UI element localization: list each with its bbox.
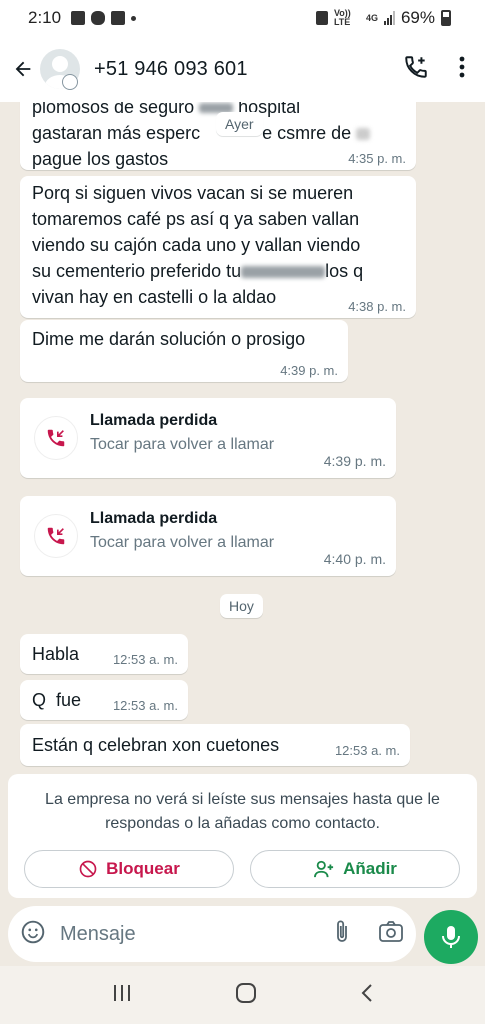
battery-percent: 69% xyxy=(400,8,435,27)
message-text: viendo su cajón cada uno y vallan viendo xyxy=(32,235,361,255)
chat-header: +51 946 093 601 xyxy=(0,36,485,102)
business-badge-icon xyxy=(62,74,78,90)
status-bar: 2:10 Vo)) LTE 4G 69% xyxy=(0,0,485,36)
add-label: Añadir xyxy=(343,859,397,878)
block-icon xyxy=(79,860,97,878)
message-text: Dime me darán solución o prosigo xyxy=(32,329,306,349)
message-bubble[interactable]: Porq si siguen vivos vacan si se mueren … xyxy=(20,176,416,318)
call-title: Llamada perdida xyxy=(90,510,218,527)
back-nav-icon[interactable] xyxy=(360,983,374,1008)
call-title: Llamada perdida xyxy=(90,412,218,429)
message-time: 4:38 p. m. xyxy=(348,299,406,314)
message-bubble[interactable]: Están q celebran xon cuetones 12:53 a. m… xyxy=(20,724,410,766)
status-time: 2:10 xyxy=(28,8,62,27)
message-input[interactable]: Mensaje xyxy=(60,923,136,946)
message-bubble[interactable]: Q fue 12:53 a. m. xyxy=(20,680,188,720)
mic-icon xyxy=(442,926,460,948)
back-arrow-icon[interactable] xyxy=(10,56,36,82)
recents-icon[interactable] xyxy=(111,983,133,1008)
date-chip-today: Hoy xyxy=(220,594,263,618)
volte-label: Vo)) LTE xyxy=(333,8,351,27)
more-vert-icon[interactable] xyxy=(459,56,465,83)
chat-area[interactable]: plomosos de seguro hospital gastaran más… xyxy=(0,102,485,774)
header-actions xyxy=(403,54,465,85)
message-bubble[interactable]: Habla 12:53 a. m. xyxy=(20,634,188,674)
notice-text: La empresa no verá si leíste sus mensaje… xyxy=(45,791,440,832)
message-time: 4:35 p. m. xyxy=(348,151,406,166)
message-time: 12:53 a. m. xyxy=(112,652,178,667)
message-text: tomaremos café ps así q ya saben vallan xyxy=(32,209,360,229)
battery-icon xyxy=(441,10,451,26)
message-text: Están q celebran xon cuetones xyxy=(32,735,280,755)
mic-button[interactable] xyxy=(424,910,478,964)
redacted xyxy=(241,266,326,279)
missed-call-card[interactable]: Llamada perdida Tocar para volver a llam… xyxy=(20,398,396,478)
message-text: Habla xyxy=(32,644,80,664)
business-notice: La empresa no verá si leíste sus mensaje… xyxy=(8,774,477,898)
dot-icon xyxy=(131,15,137,21)
missed-call-icon xyxy=(34,514,78,558)
emoji-icon[interactable] xyxy=(20,919,46,950)
block-label: Bloquear xyxy=(106,859,180,878)
message-time: 12:53 a. m. xyxy=(334,743,400,758)
message-bubble[interactable]: plomosos de seguro hospital gastaran más… xyxy=(20,102,416,170)
gallery-icon xyxy=(71,11,86,25)
add-person-icon xyxy=(314,860,334,878)
signal-icon xyxy=(383,11,395,25)
message-text: su cementerio preferido tu xyxy=(32,261,242,281)
home-icon[interactable] xyxy=(235,982,257,1009)
message-time: 4:39 p. m. xyxy=(323,453,386,469)
youtube-icon xyxy=(111,11,126,25)
message-time: 4:39 p. m. xyxy=(280,363,338,378)
contact-name[interactable]: +51 946 093 601 xyxy=(94,58,248,81)
add-contact-button[interactable]: Añadir xyxy=(250,850,460,888)
call-subtitle: Tocar para volver a llamar xyxy=(90,534,275,551)
call-subtitle: Tocar para volver a llamar xyxy=(90,436,275,453)
system-icons: Vo)) LTE 4G 69% xyxy=(315,8,451,28)
message-text: los q xyxy=(325,261,364,281)
missed-call-icon xyxy=(34,416,78,460)
message-text: e csmre de xyxy=(262,123,352,143)
message-text: Q fue xyxy=(32,690,82,710)
alarm-icon xyxy=(315,11,328,25)
date-chip-yesterday: Ayer xyxy=(216,112,263,136)
attach-icon[interactable] xyxy=(332,919,352,950)
message-bubble[interactable]: Dime me darán solución o prosigo 4:39 p.… xyxy=(20,320,348,382)
redacted xyxy=(356,128,371,141)
message-text: gastaran más esperc xyxy=(32,123,201,143)
message-text: plomosos de seguro xyxy=(32,102,195,117)
net-type-label: 4G xyxy=(365,12,378,23)
message-time: 4:40 p. m. xyxy=(323,551,386,567)
cloud-icon xyxy=(91,11,106,25)
add-call-icon[interactable] xyxy=(403,54,429,85)
missed-call-card[interactable]: Llamada perdida Tocar para volver a llam… xyxy=(20,496,396,576)
message-text: Porq si siguen vivos vacan si se mueren xyxy=(32,183,354,203)
camera-icon[interactable] xyxy=(378,920,404,949)
block-button[interactable]: Bloquear xyxy=(24,850,234,888)
system-nav-bar xyxy=(0,966,485,1024)
notification-icons xyxy=(71,11,137,25)
message-input-bar[interactable]: Mensaje xyxy=(8,906,416,962)
message-time: 12:53 a. m. xyxy=(112,698,178,713)
